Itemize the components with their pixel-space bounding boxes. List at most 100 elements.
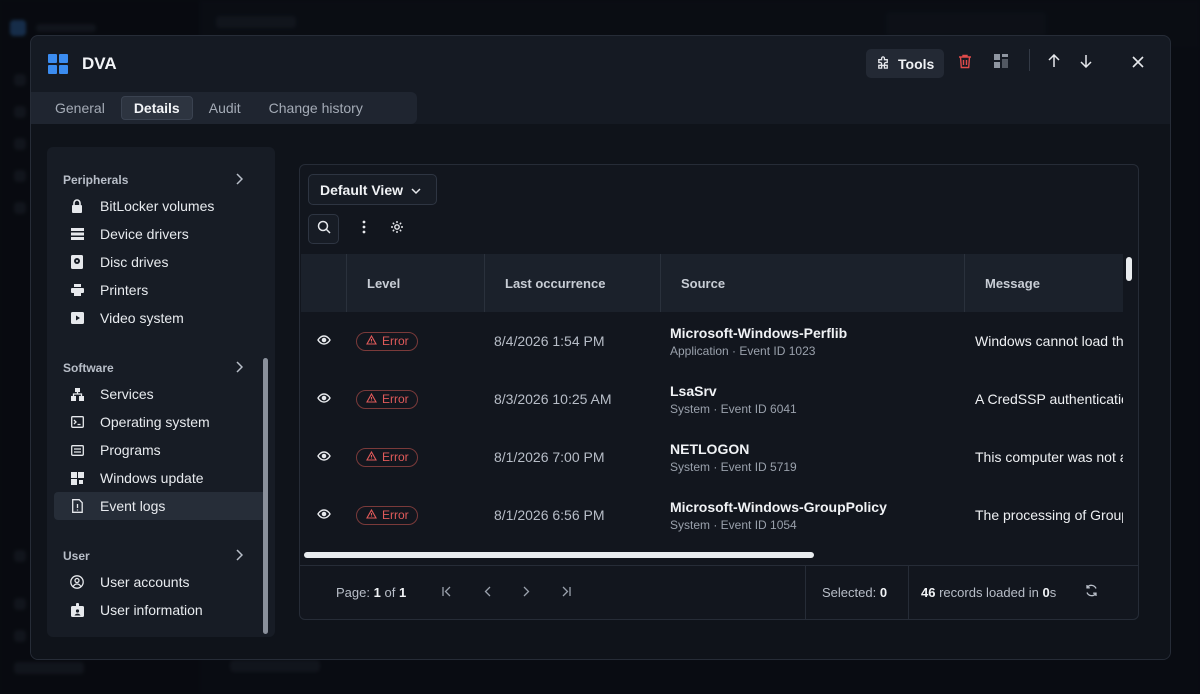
column-header-last-occurrence[interactable]: Last occurrence xyxy=(485,254,661,312)
nav-group-peripherals: Peripherals BitLocker volumes Device dri… xyxy=(47,168,275,332)
more-vertical-icon xyxy=(362,220,366,239)
source-detail: System · Event ID 6041 xyxy=(670,401,797,416)
eye-icon xyxy=(317,332,331,350)
status-badge-label: Error xyxy=(382,334,409,348)
page-of: of xyxy=(384,585,396,600)
source-cell: Microsoft-Windows-Perflib Application · … xyxy=(661,312,965,370)
table-row[interactable]: Error 8/3/2026 10:25 AM LsaSrv System · … xyxy=(301,370,1123,428)
close-button[interactable] xyxy=(1124,49,1152,78)
eye-icon xyxy=(317,448,331,466)
eye-icon xyxy=(317,390,331,408)
tab-general[interactable]: General xyxy=(43,96,117,120)
column-header-message[interactable]: Message xyxy=(965,254,1123,312)
tools-label: Tools xyxy=(898,55,935,72)
sidebar-item-bitlocker[interactable]: BitLocker volumes xyxy=(54,192,268,220)
level-cell: Error xyxy=(347,428,485,486)
disc-icon xyxy=(70,255,84,269)
layout-button[interactable] xyxy=(987,49,1015,78)
view-row-button[interactable] xyxy=(301,370,347,428)
first-page-button[interactable] xyxy=(435,581,459,605)
column-header-source[interactable]: Source xyxy=(661,254,965,312)
id-badge-icon xyxy=(70,603,84,617)
previous-page-button[interactable] xyxy=(475,581,499,605)
last-occurrence-cell: 8/1/2026 7:00 PM xyxy=(494,449,605,465)
view-row-button[interactable] xyxy=(301,486,347,544)
tab-audit[interactable]: Audit xyxy=(197,96,253,120)
sidebar-item-windows-update[interactable]: Windows update xyxy=(54,464,268,492)
view-row-button[interactable] xyxy=(301,428,347,486)
view-row-button[interactable] xyxy=(301,312,347,370)
sidebar-item-user-accounts[interactable]: User accounts xyxy=(54,568,268,596)
chevron-left-icon xyxy=(484,584,491,602)
event-log-grid: Default View Level Last occurrence Sourc… xyxy=(299,164,1139,620)
nav-group-header[interactable]: Software xyxy=(47,356,275,380)
records-count: 46 xyxy=(921,585,936,600)
grid-settings-button[interactable] xyxy=(381,214,412,244)
sidebar-item-disc-drives[interactable]: Disc drives xyxy=(54,248,268,276)
sidebar-item-programs[interactable]: Programs xyxy=(54,436,268,464)
eye-icon xyxy=(317,506,331,524)
sidebar-item-services[interactable]: Services xyxy=(54,380,268,408)
table-row[interactable]: Error 8/4/2026 1:54 PM Microsoft-Windows… xyxy=(301,312,1123,370)
level-cell: Error xyxy=(347,312,485,370)
nav-group-header[interactable]: Peripherals xyxy=(47,168,275,192)
status-badge: Error xyxy=(356,389,418,409)
last-occurrence-cell: 8/3/2026 10:25 AM xyxy=(494,391,612,407)
next-page-button[interactable] xyxy=(514,581,538,605)
nav-group-label: Software xyxy=(63,361,114,375)
status-badge: Error xyxy=(356,331,418,351)
records-time: 0 xyxy=(1042,585,1050,600)
puzzle-icon xyxy=(876,55,891,73)
status-badge-label: Error xyxy=(382,450,409,464)
delete-button[interactable] xyxy=(951,49,979,78)
user-icon xyxy=(70,575,84,589)
previous-record-button[interactable] xyxy=(1040,49,1068,78)
sidebar-item-video-system[interactable]: Video system xyxy=(54,304,268,332)
nav-group-software: Software Services Operating system Progr… xyxy=(47,356,275,520)
driver-icon xyxy=(70,227,84,241)
sidebar-scrollbar[interactable] xyxy=(263,358,268,634)
sidebar-item-device-drivers[interactable]: Device drivers xyxy=(54,220,268,248)
sidebar-item-user-information[interactable]: User information xyxy=(54,596,268,624)
warning-icon xyxy=(366,334,377,348)
sidebar-item-printers[interactable]: Printers xyxy=(54,276,268,304)
refresh-button[interactable] xyxy=(1080,582,1102,604)
nav-group-header[interactable]: User xyxy=(47,544,275,568)
last-page-button[interactable] xyxy=(554,581,578,605)
search-button[interactable] xyxy=(308,214,339,244)
sidebar-item-operating-system[interactable]: Operating system xyxy=(54,408,268,436)
chevron-right-icon xyxy=(523,584,530,602)
refresh-icon xyxy=(1085,584,1098,602)
dashboard-icon xyxy=(994,54,1008,73)
footer-divider xyxy=(908,566,909,619)
table-row[interactable]: Error 8/1/2026 7:00 PM NETLOGON System ·… xyxy=(301,428,1123,486)
horizontal-scrollbar[interactable] xyxy=(304,552,814,558)
chevron-right-icon xyxy=(235,548,244,564)
table-row[interactable]: Error 8/1/2026 6:56 PM Microsoft-Windows… xyxy=(301,486,1123,544)
column-header-actions xyxy=(301,254,347,312)
warning-icon xyxy=(366,508,377,522)
windows-update-icon xyxy=(70,471,84,485)
more-options-button[interactable] xyxy=(348,214,379,244)
video-icon xyxy=(70,311,84,325)
sidebar-item-event-logs[interactable]: Event logs xyxy=(54,492,268,520)
sidebar-item-label: Disc drives xyxy=(100,254,169,270)
status-badge-label: Error xyxy=(382,508,409,522)
details-content: Peripherals BitLocker volumes Device dri… xyxy=(31,124,1170,659)
tab-details[interactable]: Details xyxy=(120,96,193,120)
selected-count: 0 xyxy=(879,585,888,600)
arrow-down-icon xyxy=(1080,54,1092,73)
level-cell: Error xyxy=(347,486,485,544)
selected-label: Selected: xyxy=(822,585,877,600)
next-record-button[interactable] xyxy=(1072,49,1100,78)
warning-icon xyxy=(366,392,377,406)
chevron-right-icon xyxy=(235,360,244,376)
view-selector[interactable]: Default View xyxy=(308,174,437,205)
last-page-icon xyxy=(561,584,571,602)
vertical-scrollbar[interactable] xyxy=(1126,257,1132,281)
tab-change-history[interactable]: Change history xyxy=(257,96,375,120)
tools-button[interactable]: Tools xyxy=(866,49,944,78)
column-header-level[interactable]: Level xyxy=(347,254,485,312)
source-cell: Microsoft-Windows-GroupPolicy System · E… xyxy=(661,486,965,544)
table-header: Level Last occurrence Source Message xyxy=(301,254,1123,312)
